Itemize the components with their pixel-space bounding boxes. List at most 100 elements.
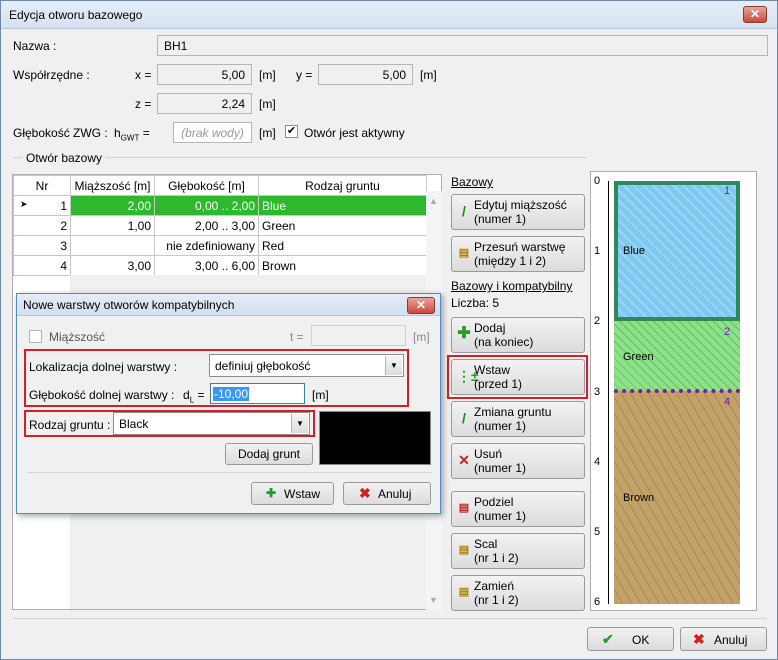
table-row[interactable]: 4 3,00 3,00 .. 6,00 Brown	[13, 255, 427, 276]
change-soil-button[interactable]: / Zmiana gruntu (numer 1)	[451, 401, 585, 437]
row-depth: nie zdefiniowany	[154, 235, 259, 256]
depth-tick: 1	[594, 245, 601, 257]
soil-color-preview	[319, 411, 431, 465]
dl-label: dL =	[183, 388, 205, 405]
table-row[interactable]: ➤ 1 2,00 0,00 .. 2,00 Blue	[13, 195, 427, 216]
x-unit: [m]	[259, 68, 276, 82]
scroll-up-icon[interactable]: ▲	[429, 196, 438, 206]
z-label: z =	[135, 97, 152, 111]
hgwt-label: hGWT =	[114, 126, 150, 143]
x-field[interactable]: 5,00	[157, 64, 252, 85]
x-label: x =	[135, 68, 152, 82]
merge-button[interactable]: ▤ Scal (nr 1 i 2)	[451, 533, 585, 569]
y-label: y =	[296, 68, 313, 82]
cancel-button[interactable]: ✖ Anuluj	[680, 627, 767, 651]
layer-boundary	[614, 389, 740, 393]
hgwt-unit: [m]	[259, 126, 276, 140]
main-window: Edycja otworu bazowego ✕ Nazwa : BH1 Wsp…	[0, 0, 778, 660]
dialog-title-bar: Nowe warstwy otworów kompatybilnych ✕	[17, 294, 440, 316]
name-field[interactable]: BH1	[157, 35, 768, 56]
dialog-title: Nowe warstwy otworów kompatybilnych	[23, 298, 235, 312]
swap-button[interactable]: ▤ Zamień (nr 1 i 2)	[451, 575, 585, 611]
row-soil[interactable]: Green	[258, 215, 427, 236]
col-thickness[interactable]: Miąższość [m]	[70, 175, 155, 196]
t-field[interactable]	[311, 325, 406, 346]
dialog-insert-button[interactable]: ✚ Wstaw	[251, 482, 334, 505]
t-label: t =	[290, 330, 304, 344]
add-button[interactable]: ✚ Dodaj (na koniec)	[451, 317, 585, 353]
hgwt-field[interactable]: (brak wody)	[173, 122, 252, 143]
layer-number: 2	[724, 326, 731, 338]
edit-icon: /	[462, 203, 466, 219]
row-soil[interactable]: Red	[258, 235, 427, 256]
row-nr: 2	[13, 215, 71, 236]
y-unit: [m]	[420, 68, 437, 82]
layer-name: Green	[623, 351, 654, 363]
row-soil[interactable]: Blue	[258, 195, 427, 216]
depth-tick: 0	[594, 175, 601, 187]
count-label: Liczba: 5	[451, 296, 500, 310]
depth-field[interactable]: -10,00	[210, 383, 305, 404]
thickness-checkbox[interactable]	[29, 330, 42, 343]
base-label: Bazowy	[451, 175, 494, 189]
remove-button[interactable]: ✕ Usuń (numer 1)	[451, 443, 585, 479]
remove-icon: ✕	[458, 452, 470, 468]
split-button[interactable]: ▤ Podziel (numer 1)	[451, 491, 585, 527]
row-pointer-icon: ➤	[20, 198, 28, 209]
layer-number: 1	[724, 185, 731, 197]
close-window-button[interactable]: ✕	[743, 6, 767, 23]
footer-divider	[13, 618, 767, 619]
section-label: Otwór bazowy	[23, 151, 106, 165]
active-label: Otwór jest aktywny	[304, 126, 405, 140]
add-soil-button[interactable]: Dodaj grunt	[225, 443, 313, 465]
z-field[interactable]: 2,24	[157, 93, 252, 114]
soil-select[interactable]: Black ▼	[113, 412, 310, 435]
table-header: Nr Miąższość [m] Głębokość [m] Rodzaj gr…	[13, 175, 427, 196]
edit-icon: /	[462, 410, 466, 426]
table-row[interactable]: 3 nie zdefiniowany Red	[13, 235, 427, 256]
location-label: Lokalizacja dolnej warstwy :	[29, 360, 178, 374]
col-nr[interactable]: Nr	[13, 175, 71, 196]
compat-label: Bazowy i kompatybilny	[451, 279, 573, 293]
edit-thickness-button[interactable]: / Edytuj miąższość (numer 1)	[451, 194, 585, 230]
name-label: Nazwa :	[13, 39, 57, 53]
title-bar: Edycja otworu bazowego ✕	[1, 1, 777, 29]
active-checkbox[interactable]: ✔	[285, 125, 298, 138]
compatible-layers-dialog: Nowe warstwy otworów kompatybilnych ✕ Mi…	[16, 293, 441, 514]
coords-label: Współrzędne :	[13, 68, 90, 82]
y-field[interactable]: 5,00	[318, 64, 413, 85]
dialog-cancel-button[interactable]: ✖ Anuluj	[343, 482, 431, 505]
depth-axis	[608, 181, 609, 604]
row-thickness[interactable]	[70, 235, 155, 256]
window-title: Edycja otworu bazowego	[9, 8, 143, 22]
layer-name: Brown	[623, 492, 655, 504]
row-thickness[interactable]: 1,00	[70, 215, 155, 236]
row-depth: 0,00 .. 2,00	[154, 195, 259, 216]
layer-name: Blue	[623, 245, 646, 257]
gwt-label: Głębokość ZWG :	[13, 126, 108, 140]
scroll-down-icon[interactable]: ▼	[429, 595, 438, 605]
row-depth: 2,00 .. 3,00	[154, 215, 259, 236]
chevron-down-icon: ▼	[385, 356, 402, 375]
cancel-icon: ✖	[359, 485, 371, 501]
move-layers-icon: ▤	[458, 247, 470, 259]
move-layer-button[interactable]: ▤ Przesuń warstwę (między 1 i 2)	[451, 236, 585, 272]
location-select[interactable]: definiuj głębokość ▼	[209, 354, 404, 377]
row-nr: ➤ 1	[13, 195, 71, 216]
row-thickness[interactable]: 3,00	[70, 255, 155, 276]
dialog-divider	[27, 472, 432, 473]
row-soil[interactable]: Brown	[258, 255, 427, 276]
split-icon: ▤	[458, 502, 470, 514]
table-row[interactable]: 2 1,00 2,00 .. 3,00 Green	[13, 215, 427, 236]
insert-icon: ✚	[266, 486, 277, 500]
depth-tick: 4	[594, 456, 601, 468]
depth-tick: 5	[594, 526, 601, 538]
ok-button[interactable]: ✔ OK	[587, 627, 674, 651]
layers-table: Nr Miąższość [m] Głębokość [m] Rodzaj gr…	[13, 175, 427, 276]
row-thickness[interactable]: 2,00	[70, 195, 155, 216]
col-depth[interactable]: Głębokość [m]	[154, 175, 259, 196]
layer-number: 4	[724, 396, 731, 408]
col-soil[interactable]: Rodzaj gruntu	[258, 175, 427, 196]
dialog-close-button[interactable]: ✕	[407, 297, 435, 314]
check-icon: ✔	[602, 631, 614, 647]
